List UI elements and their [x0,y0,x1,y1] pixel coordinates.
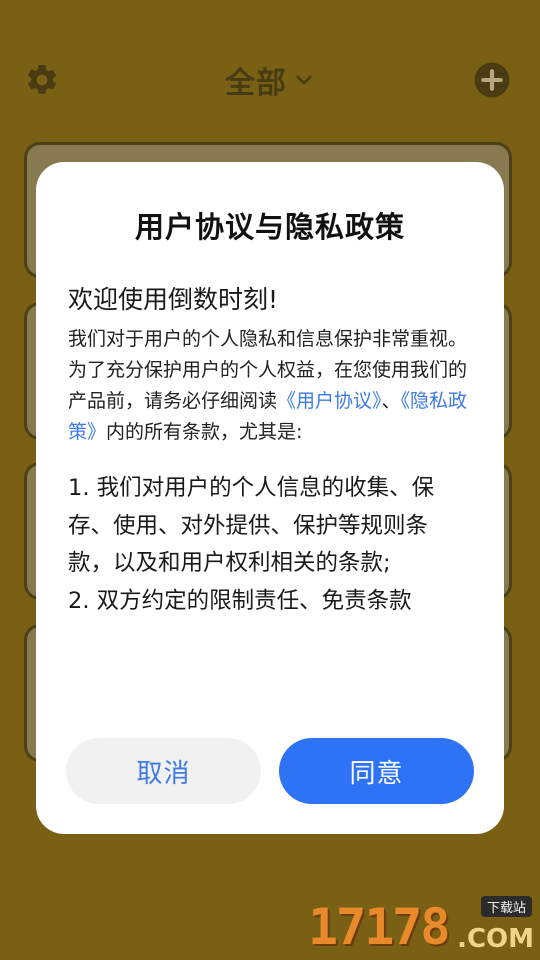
terms-item: 1. 我们对用户的个人信息的收集、保存、使用、对外提供、保护等规则条款，以及和用… [68,475,435,576]
intro-text-end: 内的所有条款，尤其是: [106,421,303,443]
dialog-subtitle: 欢迎使用倒数时刻! [68,285,279,314]
agreement-dialog: 用户协议与隐私政策 欢迎使用倒数时刻! 我们对于用户的个人隐私和信息保护非常重视… [36,162,504,834]
watermark-number: 17178 [308,898,451,956]
watermark-tag: 下载站 [480,896,532,917]
watermark-logo: 下载站 17178 .COM [308,896,534,956]
terms-item: 2. 双方约定的限制责任、免责条款 [68,587,412,614]
agree-button[interactable]: 同意 [279,738,474,804]
intro-paragraph: 我们对于用户的个人隐私和信息保护非常重视。为了充分保护用户的个人权益，在您使用我… [68,324,468,448]
cancel-button[interactable]: 取消 [66,738,261,804]
dialog-actions: 取消 同意 [66,738,474,804]
terms-list: 1. 我们对用户的个人信息的收集、保存、使用、对外提供、保护等规则条款，以及和用… [68,470,468,620]
intro-separator: 、 [381,390,401,412]
user-agreement-link[interactable]: 《用户协议》 [277,390,382,412]
dialog-title: 用户协议与隐私政策 [134,210,405,244]
watermark-domain: .COM [457,924,534,954]
